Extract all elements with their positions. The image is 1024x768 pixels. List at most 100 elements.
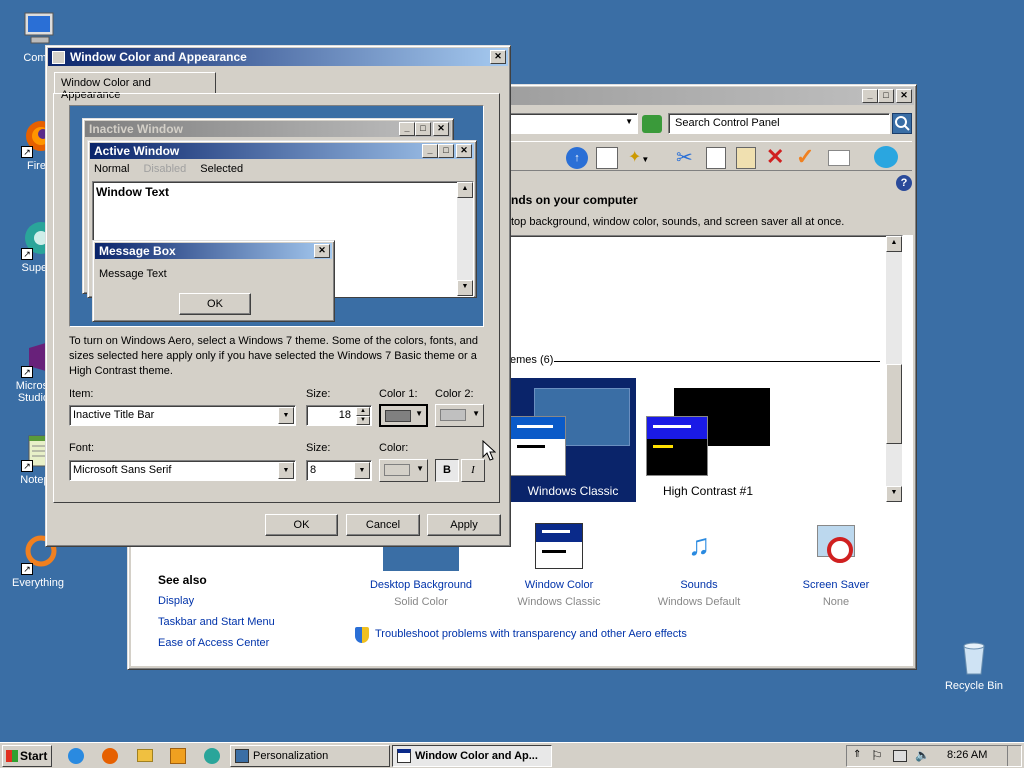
paste-icon[interactable] [736, 147, 756, 169]
see-also-display-link[interactable]: Display [158, 595, 194, 607]
quicklaunch-media-icon[interactable] [170, 748, 186, 764]
cut-icon[interactable]: ✂ [676, 145, 693, 170]
themes-group-line [554, 361, 880, 362]
preview-active-titlebar[interactable]: Active Window _ □ ✕ [90, 143, 474, 159]
item-label: Window Color [524, 579, 594, 591]
close-button[interactable]: ✕ [896, 89, 912, 103]
address-bar[interactable]: ▼ [508, 113, 638, 134]
shortcut-arrow-icon: ↗ [21, 460, 33, 472]
italic-label: I [471, 464, 475, 476]
volume-muted-icon[interactable]: 🔈 [915, 748, 930, 762]
views-icon[interactable]: ✦▼ [628, 147, 652, 169]
preview-message-box[interactable]: Message Box ✕ Message Text OK [92, 240, 335, 322]
search-input[interactable]: Search Control Panel [668, 113, 890, 134]
font-size-value: 8 [310, 464, 317, 476]
chevron-down-icon: ▼ [625, 117, 633, 126]
dialog-titlebar: Window Color and Appearance ✕ [48, 48, 508, 66]
close-button[interactable]: ✕ [490, 50, 506, 64]
computer-icon [19, 10, 57, 48]
preview-scrollbar[interactable]: ▲ ▼ [457, 182, 473, 296]
recycle-bin-icon [955, 638, 993, 676]
chevron-down-icon[interactable]: ▼ [354, 462, 370, 479]
font-color-button[interactable]: ▼ [379, 459, 428, 482]
see-also-taskbar-link[interactable]: Taskbar and Start Menu [158, 616, 275, 628]
preview-menu-normal[interactable]: Normal [94, 163, 129, 175]
tab-window-color[interactable]: Window Color and Appearance [54, 72, 216, 101]
scroll-thumb[interactable] [886, 364, 902, 444]
refresh-icon[interactable] [642, 115, 662, 133]
start-button[interactable]: Start [2, 745, 52, 767]
spin-down-icon[interactable]: ▼ [356, 416, 370, 425]
page-subtitle: top background, window color, sounds, an… [511, 216, 845, 228]
task-label: Personalization [253, 750, 329, 762]
preview-inactive-titlebar[interactable]: Inactive Window _ □ ✕ [85, 121, 451, 137]
folders-icon[interactable] [596, 147, 618, 169]
show-desktop-button[interactable] [1007, 746, 1019, 766]
close-button: ✕ [456, 144, 472, 158]
search-icon[interactable] [892, 113, 912, 134]
up-icon[interactable]: ↑ [566, 147, 588, 169]
font-label: Font: [69, 442, 95, 454]
maximize-button[interactable]: □ [878, 89, 894, 103]
chevron-up-icon[interactable]: ⇑ [853, 749, 861, 760]
undo-icon[interactable]: ✓ [796, 144, 814, 170]
taskbar-task-personalization[interactable]: Personalization [230, 745, 390, 767]
close-button: ✕ [314, 244, 330, 258]
action-center-flag-icon[interactable]: ⚐ [871, 748, 883, 764]
minimize-button[interactable]: _ [862, 89, 878, 103]
window-color-item[interactable]: Window Color Windows Classic [499, 523, 619, 608]
scroll-up-button[interactable]: ▲ [886, 236, 902, 252]
size-spinner[interactable]: 18 ▲ ▼ [306, 405, 372, 426]
preview-menu-disabled[interactable]: Disabled [143, 163, 186, 175]
see-also-ease-link[interactable]: Ease of Access Center [158, 637, 269, 649]
font-select[interactable]: Microsoft Sans Serif ▼ [69, 460, 296, 481]
sounds-item[interactable]: ♫ Sounds Windows Default [639, 523, 759, 608]
troubleshoot-link[interactable]: Troubleshoot problems with transparency … [375, 628, 687, 640]
clock[interactable]: 8:26 AM [947, 749, 987, 761]
theme-high-contrast-1[interactable]: High Contrast #1 [640, 378, 776, 502]
toolbar: ↑ ✦▼ ✂ ✕ ✓ [508, 141, 912, 171]
desktop-icon-recycle-bin[interactable]: Recycle Bin [939, 638, 1009, 692]
item-value: Windows Default [657, 596, 741, 608]
item-select[interactable]: Inactive Title Bar ▼ [69, 405, 296, 426]
preview-inactive-title: Inactive Window [89, 122, 183, 136]
quicklaunch-firefox-icon[interactable] [102, 748, 118, 764]
color2-label: Color 2: [435, 388, 474, 400]
preview-message-box-titlebar[interactable]: Message Box ✕ [95, 243, 332, 259]
quicklaunch-explorer-icon[interactable] [137, 749, 153, 762]
item-value: None [822, 596, 850, 608]
delete-icon[interactable]: ✕ [766, 144, 784, 170]
color2-button[interactable]: ▼ [435, 404, 484, 427]
chevron-down-icon[interactable]: ▼ [278, 407, 294, 424]
quicklaunch-ie-icon[interactable] [68, 748, 84, 764]
theme-windows-classic[interactable]: Windows Classic [510, 378, 636, 502]
shortcut-arrow-icon: ↗ [21, 248, 33, 260]
cancel-button[interactable]: Cancel [346, 514, 420, 536]
preview-menu-selected[interactable]: Selected [200, 163, 243, 175]
network-icon[interactable] [893, 750, 907, 762]
appearance-preview[interactable]: Inactive Window _ □ ✕ Active Window _ □ … [69, 105, 484, 327]
shell-icon[interactable] [874, 146, 898, 168]
spin-up-icon[interactable]: ▲ [356, 407, 370, 416]
taskbar-task-window-color[interactable]: Window Color and Ap... [392, 745, 552, 767]
help-icon[interactable]: ? [896, 175, 912, 191]
chevron-down-icon: ▼ [472, 409, 480, 418]
font-size-label: Size: [306, 442, 331, 454]
minimize-button: _ [422, 144, 438, 158]
copy-icon[interactable] [706, 147, 726, 169]
properties-icon[interactable] [828, 150, 850, 166]
quicklaunch-supermium-icon[interactable] [204, 748, 220, 764]
chevron-down-icon[interactable]: ▼ [278, 462, 294, 479]
scroll-down-button[interactable]: ▼ [886, 486, 902, 502]
screen-saver-item[interactable]: Screen Saver None [776, 523, 896, 608]
ok-button[interactable]: OK [265, 514, 338, 536]
bold-toggle[interactable]: B [435, 459, 459, 482]
color1-button[interactable]: ▼ [379, 404, 428, 427]
font-size-select[interactable]: 8 ▼ [306, 460, 372, 481]
apply-button[interactable]: Apply [427, 514, 501, 536]
themes-group-label: emes (6) [510, 354, 554, 366]
preview-ok-button[interactable]: OK [179, 293, 251, 315]
theme-preview-window [510, 416, 566, 476]
theme-label: Windows Classic [527, 484, 619, 498]
theme-list-scrollbar[interactable]: ▲ ▼ [886, 236, 902, 502]
